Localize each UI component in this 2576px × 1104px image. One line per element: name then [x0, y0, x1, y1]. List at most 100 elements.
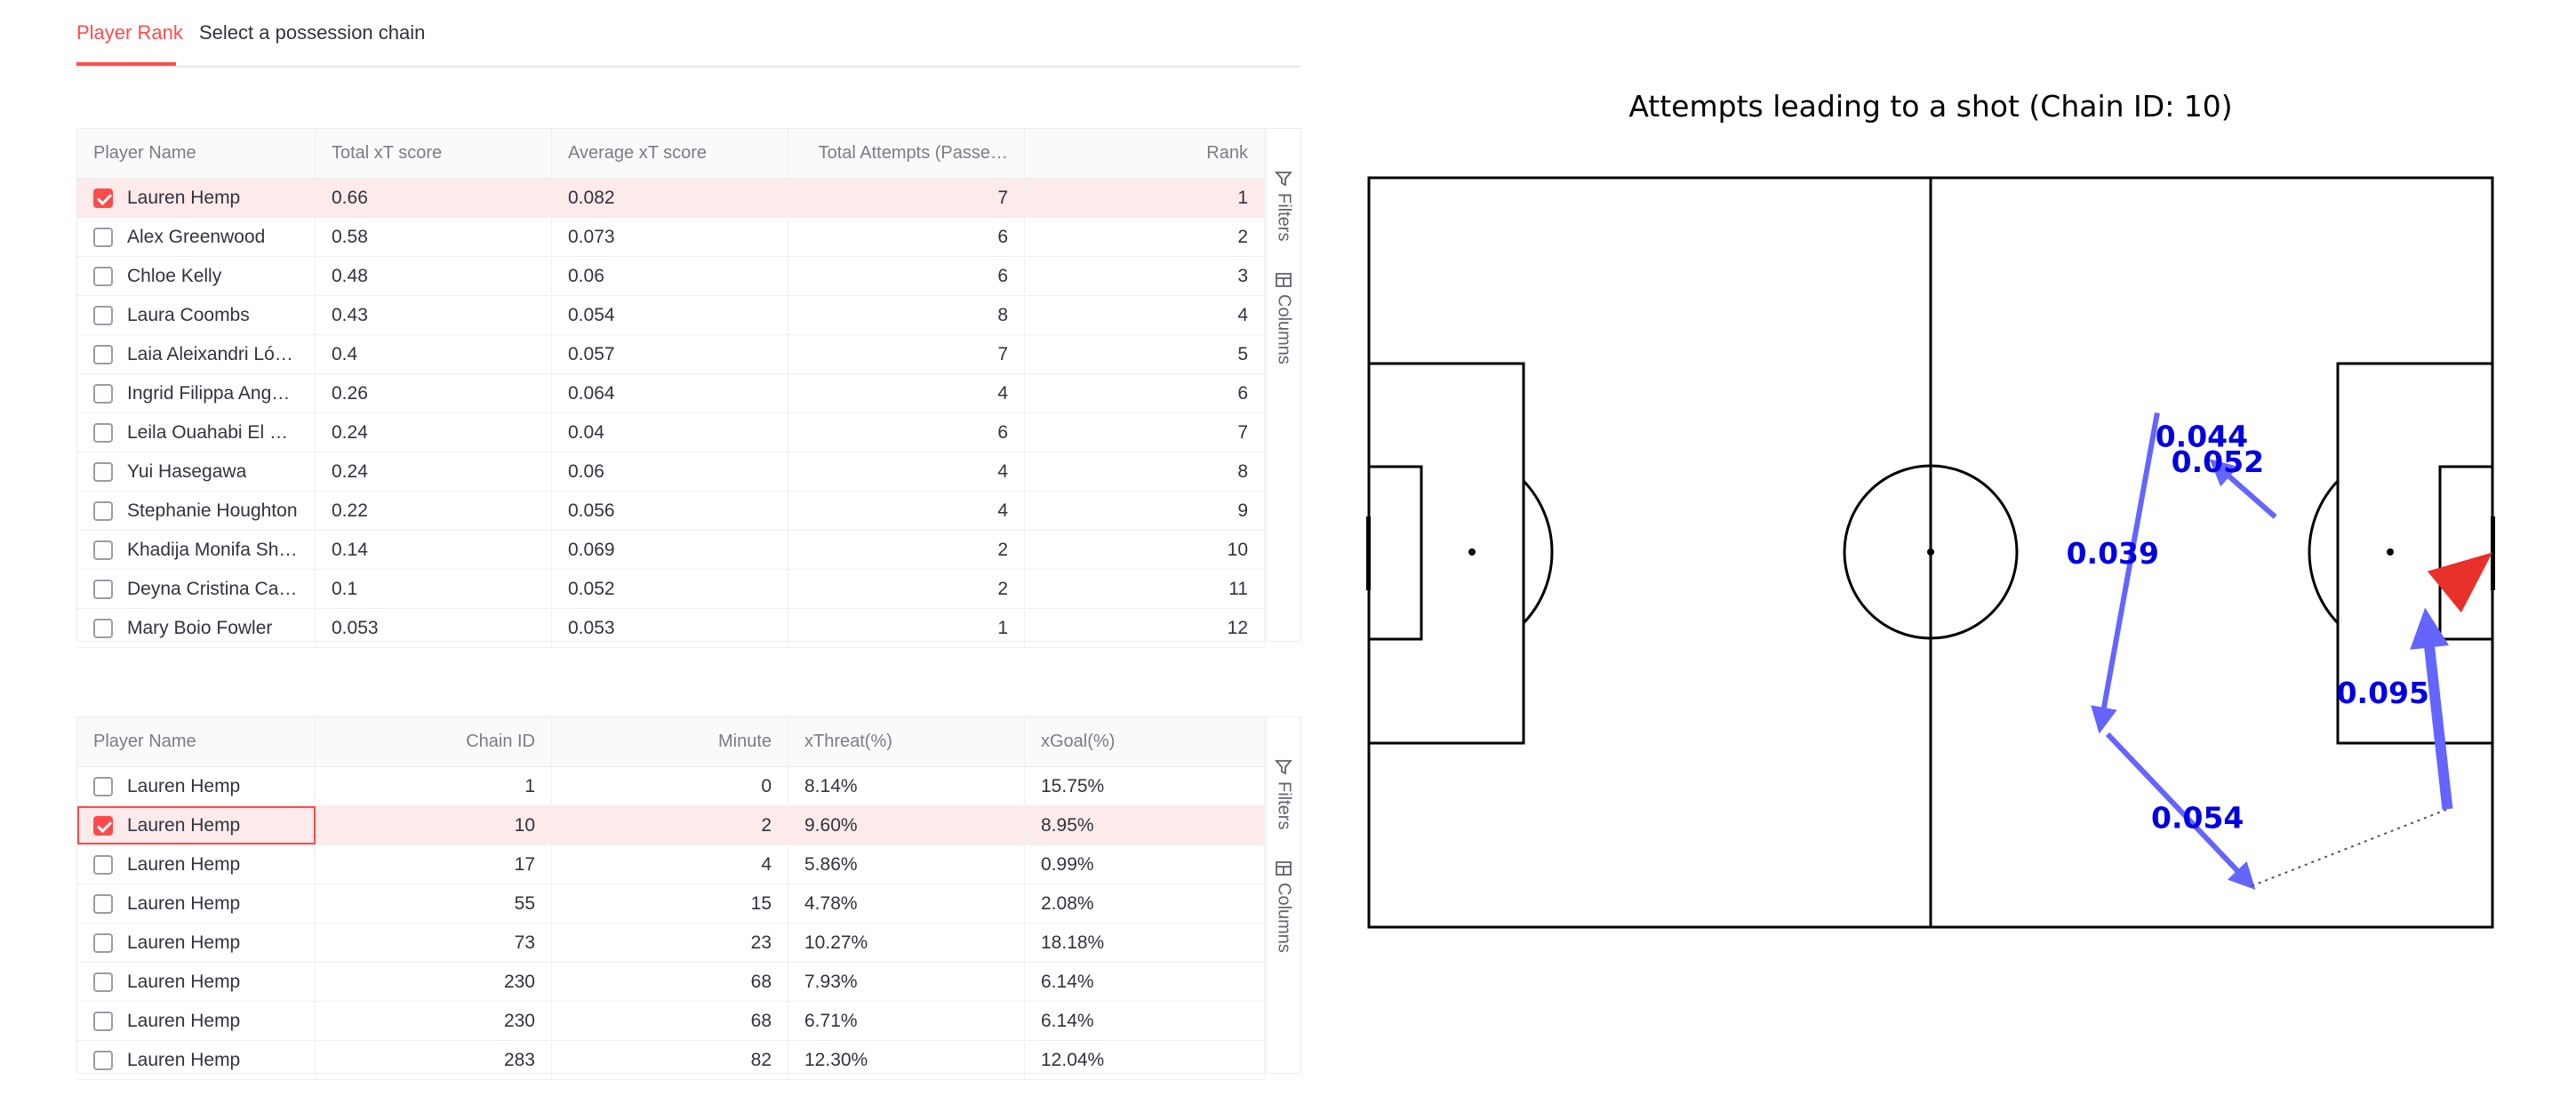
table-row[interactable]: Laia Aleixandri López 0.4 0.057 7 5	[77, 335, 1265, 374]
table-cell[interactable]: 1	[788, 609, 1025, 647]
table-cell[interactable]: 4	[788, 492, 1025, 530]
table-cell[interactable]: 0.06	[552, 452, 788, 491]
table-row[interactable]: Lauren Hemp 230 68 6.71% 6.14%	[77, 1002, 1265, 1041]
table-cell[interactable]: 6	[1025, 374, 1265, 412]
table-row[interactable]: Laura Coombs 0.43 0.054 8 4	[77, 296, 1265, 335]
table-cell[interactable]: 230	[316, 1002, 552, 1040]
row-name-cell[interactable]: Deyna Cristina Cas…	[77, 570, 316, 608]
table-row[interactable]: Deyna Cristina Cas… 0.1 0.052 2 11	[77, 570, 1265, 609]
table-cell[interactable]: 9.60%	[788, 806, 1025, 844]
row-checkbox[interactable]	[93, 461, 113, 482]
row-checkbox[interactable]	[93, 266, 113, 286]
table-cell[interactable]: 0.26	[316, 374, 552, 412]
table-cell[interactable]: 0.06	[552, 257, 788, 295]
table-cell[interactable]: 0.1	[316, 570, 552, 608]
table-cell[interactable]: 17	[316, 845, 552, 884]
table-cell[interactable]: 68	[552, 963, 788, 1001]
table-cell[interactable]: 7	[788, 335, 1025, 373]
table-cell[interactable]: 55	[316, 884, 552, 923]
column-header[interactable]: xThreat(%)	[788, 717, 1025, 766]
row-name-cell[interactable]: Ingrid Filippa Ange…	[77, 374, 316, 412]
table-cell[interactable]: 0.054	[552, 296, 788, 334]
columns-button[interactable]: Columns	[1267, 271, 1300, 364]
table-cell[interactable]: 0.24	[316, 452, 552, 491]
table-cell[interactable]: 0.069	[552, 531, 788, 569]
table-cell[interactable]: 11	[1025, 570, 1265, 608]
table-cell[interactable]: 0.04	[552, 413, 788, 452]
table-cell[interactable]: 0.22	[316, 492, 552, 530]
row-checkbox[interactable]	[93, 344, 113, 364]
table-row[interactable]: Lauren Hemp 17 4 5.86% 0.99%	[77, 845, 1265, 884]
table-row[interactable]: Lauren Hemp 283 82 12.30% 12.04%	[77, 1041, 1265, 1080]
column-header[interactable]: Player Name	[77, 717, 316, 766]
table-cell[interactable]: 0.58	[316, 218, 552, 256]
table-row[interactable]: Lauren Hemp 0.66 0.082 7 1	[77, 179, 1265, 218]
row-name-cell[interactable]: Lauren Hemp	[77, 806, 316, 844]
row-checkbox[interactable]	[93, 500, 113, 521]
table-cell[interactable]: 283	[316, 1041, 552, 1079]
table-cell[interactable]: 2.08%	[1025, 884, 1265, 923]
column-header[interactable]: xGoal(%)	[1025, 717, 1265, 766]
table-cell[interactable]: 8	[1025, 452, 1265, 491]
table-row[interactable]: Lauren Hemp 230 68 7.93% 6.14%	[77, 963, 1265, 1002]
row-name-cell[interactable]: Laura Coombs	[77, 296, 316, 334]
table-cell[interactable]: 15.75%	[1025, 767, 1265, 805]
table-cell[interactable]: 12.30%	[788, 1041, 1025, 1079]
row-checkbox[interactable]	[93, 893, 113, 914]
table-cell[interactable]: 0.073	[552, 218, 788, 256]
table-row[interactable]: Lauren Hemp 73 23 10.27% 18.18%	[77, 924, 1265, 963]
table-cell[interactable]: 12	[1025, 609, 1265, 647]
table-cell[interactable]: 3	[1025, 257, 1265, 295]
row-name-cell[interactable]: Lauren Hemp	[77, 845, 316, 884]
row-name-cell[interactable]: Lauren Hemp	[77, 924, 316, 962]
row-name-cell[interactable]: Leila Ouahabi El O…	[77, 413, 316, 452]
row-name-cell[interactable]: Lauren Hemp	[77, 963, 316, 1001]
row-checkbox[interactable]	[93, 305, 113, 325]
row-name-cell[interactable]: Mary Boio Fowler	[77, 609, 316, 647]
row-checkbox[interactable]	[93, 227, 113, 247]
row-checkbox[interactable]	[93, 972, 113, 992]
row-checkbox[interactable]	[93, 618, 113, 638]
table-cell[interactable]: 0.48	[316, 257, 552, 295]
table-cell[interactable]: 82	[552, 1041, 788, 1079]
column-header[interactable]: Total Attempts (Passe…	[788, 129, 1025, 178]
table-cell[interactable]: 5.86%	[788, 845, 1025, 884]
row-name-cell[interactable]: Khadija Monifa Shaw	[77, 531, 316, 569]
table-cell[interactable]: 6.14%	[1025, 963, 1265, 1001]
table-row[interactable]: Alex Greenwood 0.58 0.073 6 2	[77, 218, 1265, 257]
table-cell[interactable]: 8.14%	[788, 767, 1025, 805]
table-cell[interactable]: 6	[788, 218, 1025, 256]
table-cell[interactable]: 0	[552, 767, 788, 805]
tab-player-rank[interactable]: Player Rank	[76, 21, 183, 44]
table-row[interactable]: Khadija Monifa Shaw 0.14 0.069 2 10	[77, 531, 1265, 570]
table-cell[interactable]: 2	[788, 570, 1025, 608]
table-row[interactable]: Chloe Kelly 0.48 0.06 6 3	[77, 257, 1265, 296]
table-row[interactable]: Yui Hasegawa 0.24 0.06 4 8	[77, 452, 1265, 492]
table-cell[interactable]: 6.14%	[1025, 1002, 1265, 1040]
table-cell[interactable]: 2	[552, 806, 788, 844]
table-cell[interactable]: 4	[788, 452, 1025, 491]
row-name-cell[interactable]: Lauren Hemp	[77, 884, 316, 923]
table-cell[interactable]: 2	[1025, 218, 1265, 256]
table-cell[interactable]: 7	[1025, 413, 1265, 452]
row-checkbox[interactable]	[93, 383, 113, 404]
column-header[interactable]: Minute	[552, 717, 788, 766]
column-header[interactable]: Average xT score	[552, 129, 788, 178]
row-checkbox[interactable]	[93, 188, 113, 208]
row-name-cell[interactable]: Lauren Hemp	[77, 1041, 316, 1079]
table-cell[interactable]: 10	[1025, 531, 1265, 569]
column-header[interactable]: Chain ID	[316, 717, 552, 766]
table-cell[interactable]: 7	[788, 179, 1025, 217]
table-cell[interactable]: 0.24	[316, 413, 552, 452]
row-checkbox[interactable]	[93, 1050, 113, 1070]
table-cell[interactable]: 0.064	[552, 374, 788, 412]
table-cell[interactable]: 18.18%	[1025, 924, 1265, 962]
table-row[interactable]: Lauren Hemp 10 2 9.60% 8.95%	[77, 806, 1265, 845]
table-cell[interactable]: 4	[788, 374, 1025, 412]
table-cell[interactable]: 0.053	[316, 609, 552, 647]
row-checkbox[interactable]	[93, 579, 113, 599]
table-cell[interactable]: 7.93%	[788, 963, 1025, 1001]
table-cell[interactable]: 23	[552, 924, 788, 962]
row-checkbox[interactable]	[93, 854, 113, 875]
table-cell[interactable]: 4.78%	[788, 884, 1025, 923]
